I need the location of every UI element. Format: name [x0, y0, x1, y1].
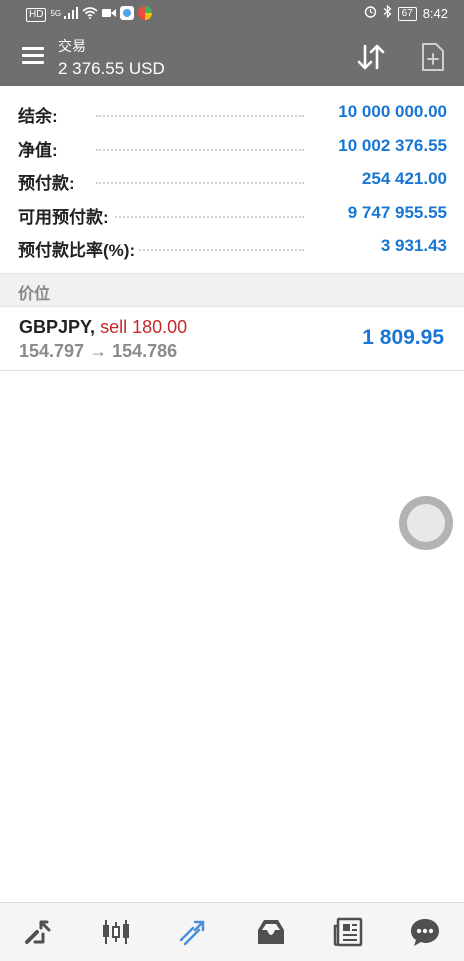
- news-icon: [333, 917, 363, 947]
- app-icon: [120, 6, 135, 24]
- 5g-signal-icon: 5G: [50, 7, 79, 23]
- app-bar: 交易 2 376.55 USD: [0, 28, 464, 86]
- summary-value: 9 747 955.55: [343, 202, 447, 223]
- dotted-leader: [96, 215, 304, 218]
- page-title: 交易: [58, 38, 86, 54]
- network-label: 5G: [50, 9, 62, 18]
- summary-row-equity: 净值: 10 002 376.55: [0, 132, 464, 166]
- summary-value: 254 421.00: [357, 169, 447, 189]
- menu-button[interactable]: [22, 47, 44, 65]
- summary-label: 预付款比率(%):: [18, 236, 140, 261]
- position-symbol-line: GBPJPY, sell 180.00: [19, 317, 187, 338]
- new-document-icon: [422, 43, 444, 71]
- summary-row-balance: 结余: 10 000 000.00: [0, 98, 464, 132]
- bluetooth-icon: [383, 4, 392, 22]
- summary-label: 净值:: [18, 135, 62, 161]
- position-direction: sell 180.00: [100, 317, 188, 337]
- position-prices: 154.797 → 154.786: [19, 341, 178, 361]
- summary-value: 10 002 376.55: [334, 135, 447, 156]
- section-title: 价位: [18, 286, 51, 303]
- history-icon: [257, 920, 284, 944]
- position-row[interactable]: GBPJPY, sell 180.00 154.797 → 154.786 1 …: [0, 306, 464, 371]
- position-profit: 1 809.95: [362, 326, 444, 349]
- summary-value: 10 000 000.00: [334, 102, 447, 122]
- wifi-icon: [82, 7, 98, 23]
- position-symbol: GBPJPY,: [19, 317, 96, 337]
- video-icon: [102, 8, 117, 22]
- summary-row-margin: 预付款: 254 421.00: [0, 165, 464, 199]
- chat-icon: [411, 919, 440, 946]
- summary-row-free-margin: 可用预付款: 9 747 955.55: [0, 199, 464, 233]
- menu-bar-line: [22, 61, 44, 64]
- menu-bar-line: [22, 54, 44, 57]
- battery-indicator: 67: [397, 6, 417, 21]
- nav-trade[interactable]: [163, 903, 223, 961]
- nav-history[interactable]: [241, 903, 301, 961]
- bottom-navigation: [0, 902, 464, 961]
- status-left-icons: HD 5G: [26, 6, 153, 24]
- nav-chat[interactable]: [395, 903, 455, 961]
- hd-icon: HD: [26, 8, 47, 22]
- dotted-leader: [96, 115, 304, 117]
- account-summary: 结余: 10 000 000.00 净值: 10 002 376.55 预付款:…: [0, 98, 464, 266]
- nav-chart[interactable]: [86, 903, 146, 961]
- summary-label: 结余:: [18, 102, 62, 127]
- summary-label: 可用预付款:: [18, 202, 113, 228]
- summary-row-margin-level: 预付款比率(%): 3 931.43: [0, 232, 464, 266]
- sort-button[interactable]: [354, 42, 388, 72]
- positions-section-header: 价位: [0, 273, 464, 307]
- trade-icon: [180, 920, 205, 946]
- nav-news[interactable]: [318, 903, 378, 961]
- chart-candles-icon: [102, 920, 129, 944]
- new-order-button[interactable]: [420, 42, 446, 72]
- summary-value: 3 931.43: [376, 236, 447, 256]
- app-icon-2: [138, 6, 153, 24]
- status-right-icons: 67 8:42: [364, 4, 448, 22]
- floating-assistive-button[interactable]: [399, 496, 453, 550]
- status-bar: HD 5G 67 8:42: [0, 0, 464, 28]
- status-time: 8:42: [422, 6, 448, 21]
- menu-bar-line: [22, 47, 44, 50]
- dotted-leader: [96, 148, 304, 151]
- summary-label: 预付款:: [18, 169, 79, 194]
- quotes-icon: [24, 920, 51, 944]
- page-subtitle: 2 376.55 USD: [58, 59, 165, 78]
- nav-quotes[interactable]: [9, 903, 69, 961]
- sort-icon: [357, 44, 385, 70]
- dotted-leader: [96, 182, 304, 184]
- alarm-icon: [364, 5, 377, 22]
